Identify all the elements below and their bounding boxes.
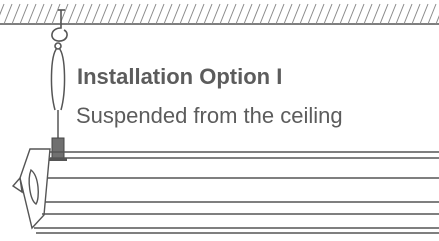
installation-option-title: Installation Option I bbox=[77, 64, 283, 89]
installation-diagram: Installation Option I Suspended from the… bbox=[0, 0, 439, 241]
suspension-cable-icon bbox=[50, 47, 66, 140]
ceiling-hatch-icon bbox=[0, 3, 439, 25]
linear-light-fixture-icon bbox=[11, 148, 439, 234]
hook-icon bbox=[51, 9, 68, 50]
installation-option-subtitle: Suspended from the ceiling bbox=[76, 103, 343, 128]
